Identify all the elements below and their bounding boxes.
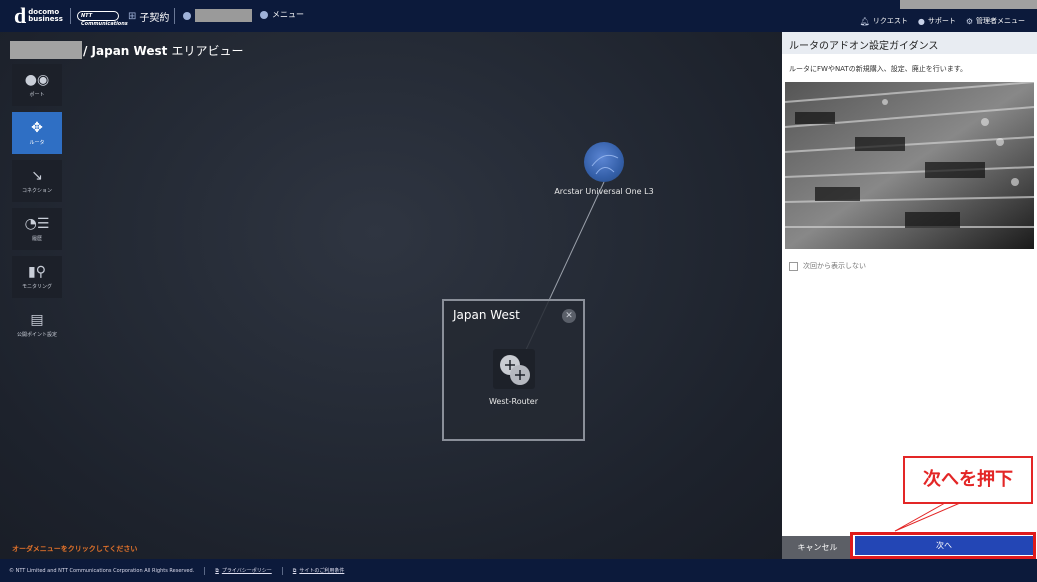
external-link-icon: ⧉ (215, 567, 219, 574)
privacy-label: プライバシーポリシー (221, 568, 272, 574)
privacy-link[interactable]: ⧉ プライバシーポリシー (215, 567, 272, 575)
terms-label: サイトのご利用条件 (299, 568, 345, 574)
divider (204, 566, 206, 575)
cancel-button[interactable]: キャンセル (782, 536, 853, 559)
copyright: © NTT Limited and NTT Communications Cor… (9, 567, 195, 574)
external-link-icon: ⧉ (292, 567, 297, 574)
callout-annotation: 次へを押下 (903, 456, 1033, 504)
divider (281, 566, 283, 575)
next-button[interactable]: 次へ (855, 536, 1033, 555)
footer: © NTT Limited and NTT Communications Cor… (0, 559, 1037, 582)
callout-pointer (894, 502, 961, 532)
terms-link[interactable]: ⧉ サイトのご利用条件 (292, 567, 345, 575)
